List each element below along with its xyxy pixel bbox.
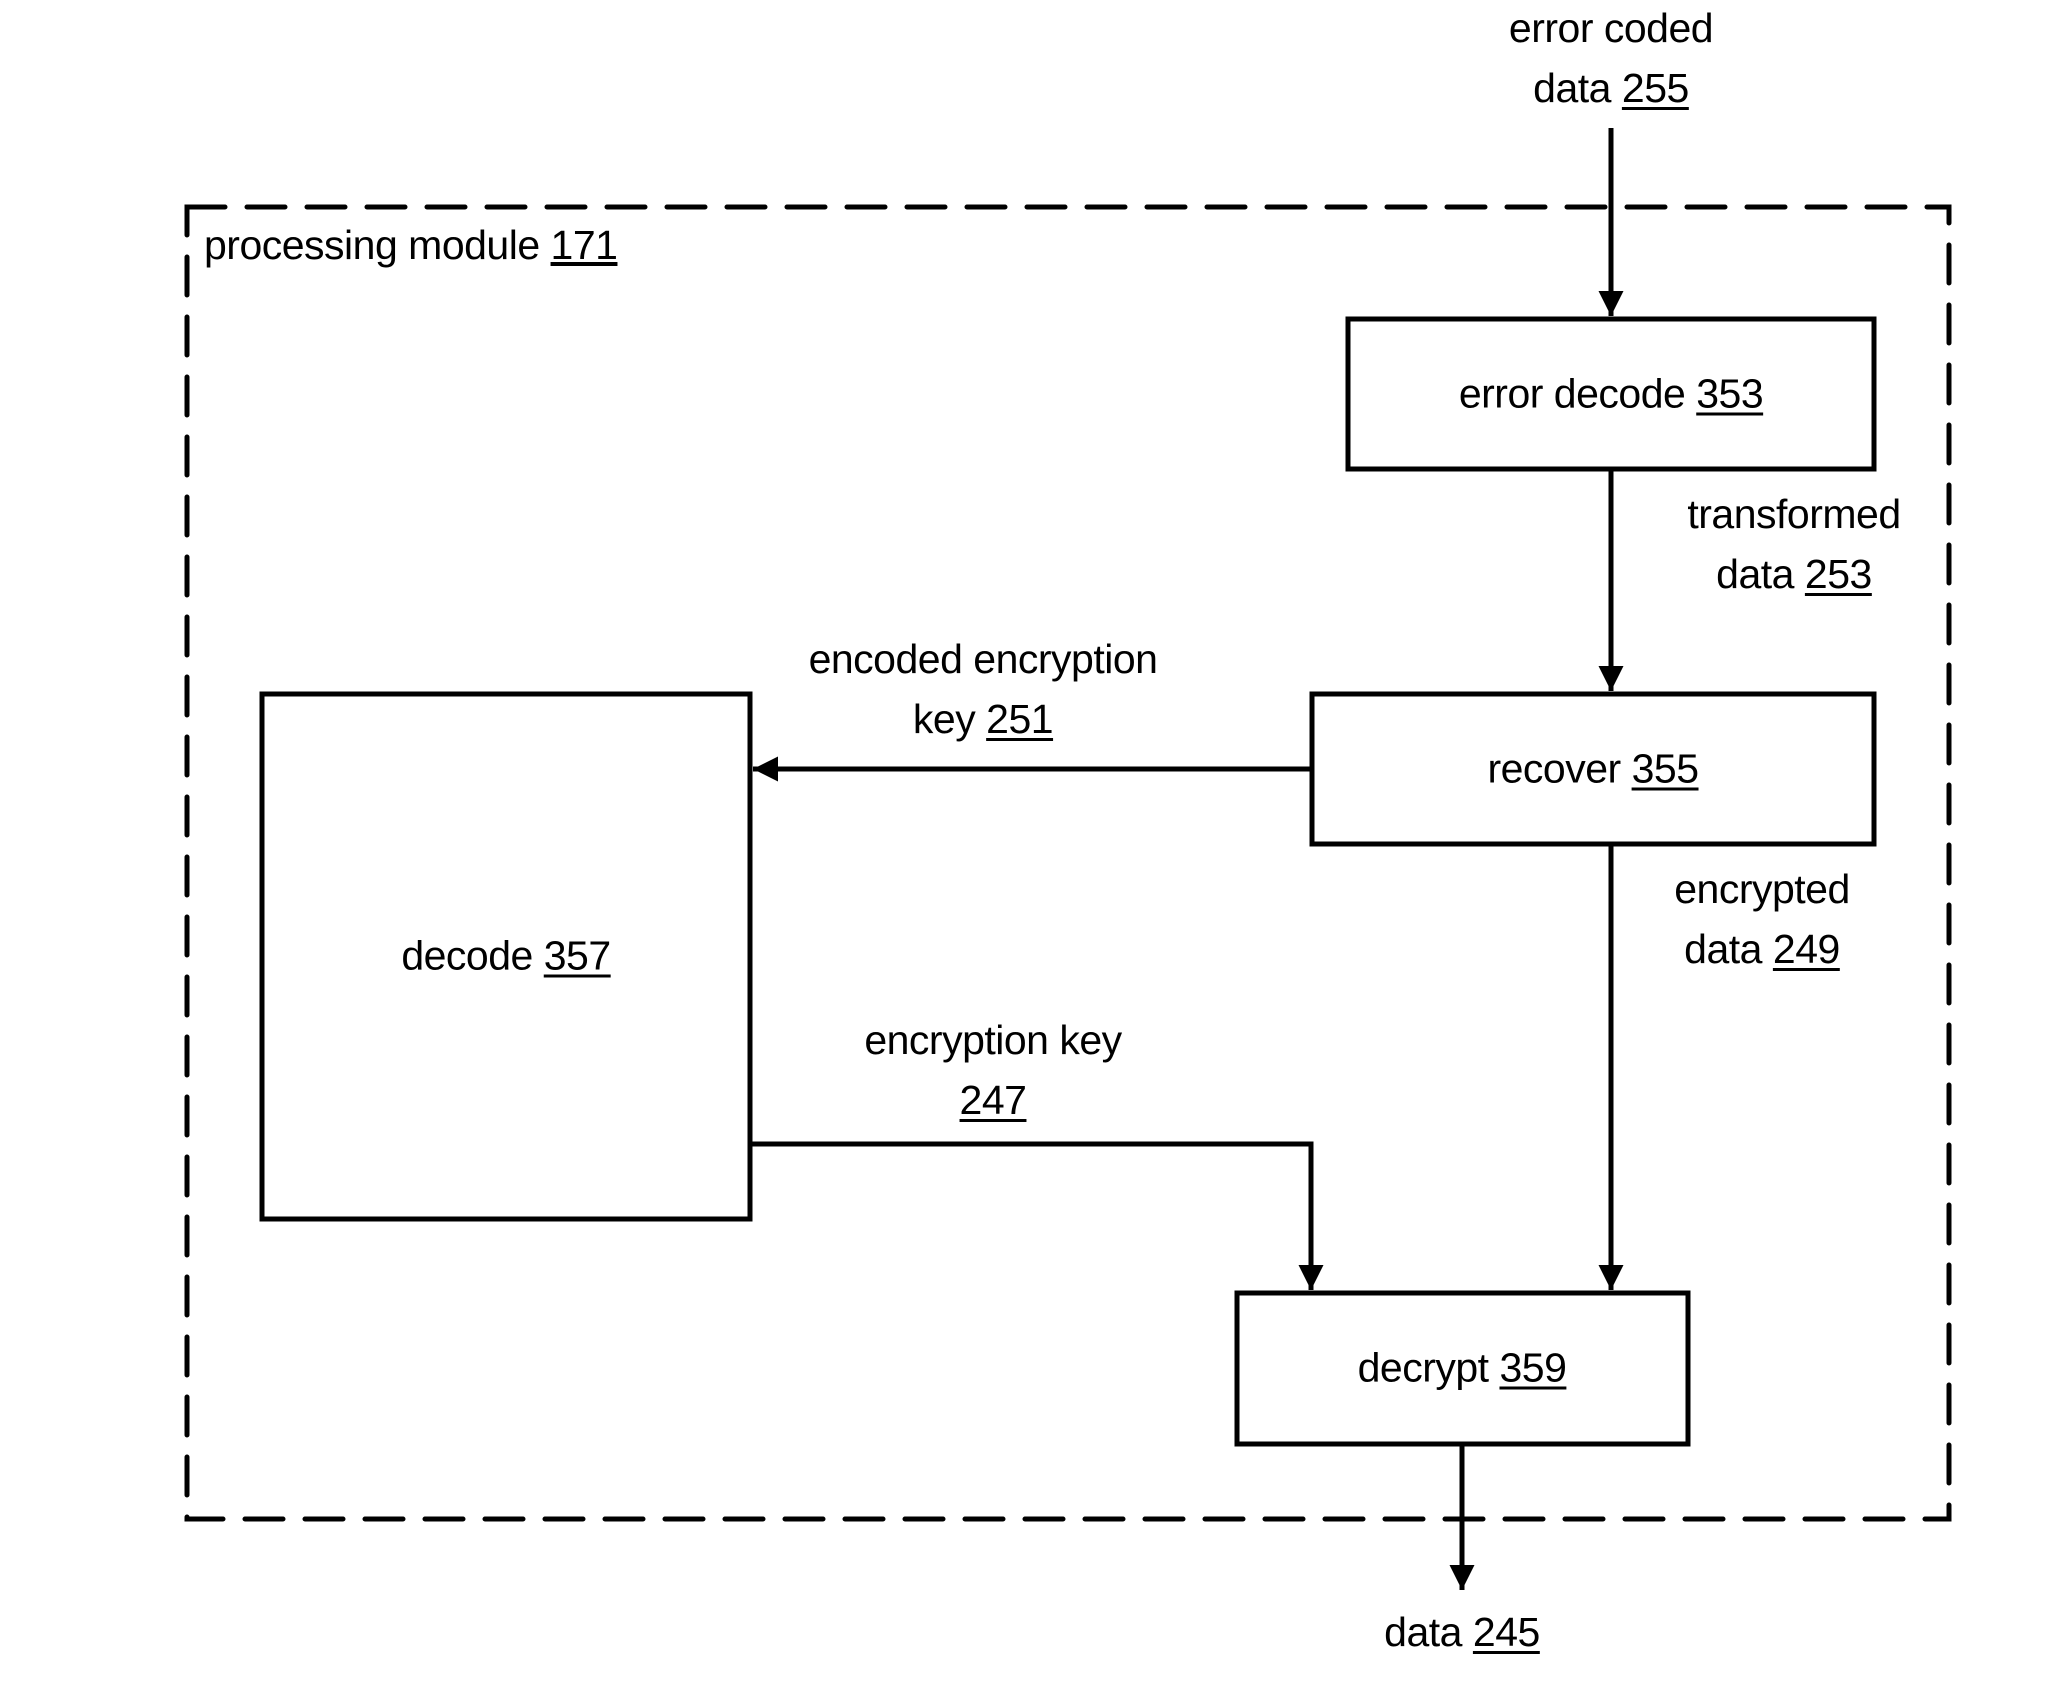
encoded-encryption-key-word: key	[912, 696, 976, 742]
transformed-data-ref: 253	[1804, 551, 1872, 597]
error-decode-text: error decode	[1458, 370, 1686, 417]
encrypted-data-ref: 249	[1772, 926, 1840, 972]
data-out-word: data	[1384, 1609, 1462, 1655]
decode-label: decode 357	[401, 932, 611, 980]
recover-text: recover	[1487, 745, 1621, 792]
transformed-data-word: data	[1716, 551, 1794, 597]
encryption-key-arrow	[750, 1141, 1324, 1290]
data-out-label: data 245	[1384, 1602, 1540, 1662]
recover-ref: 355	[1631, 745, 1699, 792]
error-decode-ref: 353	[1696, 370, 1764, 417]
encoded-encryption-key-ref: 251	[986, 696, 1054, 742]
encrypted-data-word: data	[1684, 926, 1762, 972]
error-coded-data-line1: error coded	[1508, 5, 1714, 51]
recover-label: recover 355	[1487, 745, 1699, 793]
processing-module-ref: 171	[550, 222, 618, 268]
transformed-data-label: transformed data 253	[1687, 484, 1901, 604]
encrypted-data-line1: encrypted	[1674, 866, 1850, 912]
transformed-data-line2: data 253	[1687, 544, 1900, 604]
processing-module-text: processing module	[204, 222, 540, 268]
error-coded-data-line2: data 255	[1509, 58, 1713, 118]
encrypted-data-label: encrypted data 249	[1674, 859, 1850, 979]
encoded-encryption-key-line1: encoded encryption	[808, 636, 1158, 682]
data-out-ref: 245	[1472, 1609, 1540, 1655]
encryption-key-ref: 247	[959, 1077, 1027, 1123]
error-coded-data-word: data	[1533, 65, 1611, 111]
encrypted-data-line2: data 249	[1674, 919, 1850, 979]
decrypt-text: decrypt	[1357, 1344, 1489, 1391]
processing-module-label: processing module 171	[204, 222, 618, 269]
error-decode-label: error decode 353	[1458, 370, 1764, 418]
transformed-data-line1: transformed	[1687, 491, 1901, 537]
encryption-key-line1: encryption key	[864, 1017, 1122, 1063]
decode-text: decode	[401, 932, 533, 979]
decrypt-label: decrypt 359	[1358, 1345, 1567, 1392]
encryption-key-label: encryption key 247	[864, 1010, 1122, 1130]
error-coded-data-ref: 255	[1621, 65, 1689, 111]
decode-ref: 357	[543, 932, 611, 979]
error-coded-data-label: error coded data 255	[1508, 0, 1714, 118]
decrypt-ref: 359	[1499, 1344, 1567, 1391]
encoded-encryption-key-line2: key 251	[809, 689, 1158, 749]
encoded-encryption-key-label: encoded encryption key 251	[809, 629, 1158, 749]
encryption-key-line2: 247	[864, 1070, 1121, 1130]
